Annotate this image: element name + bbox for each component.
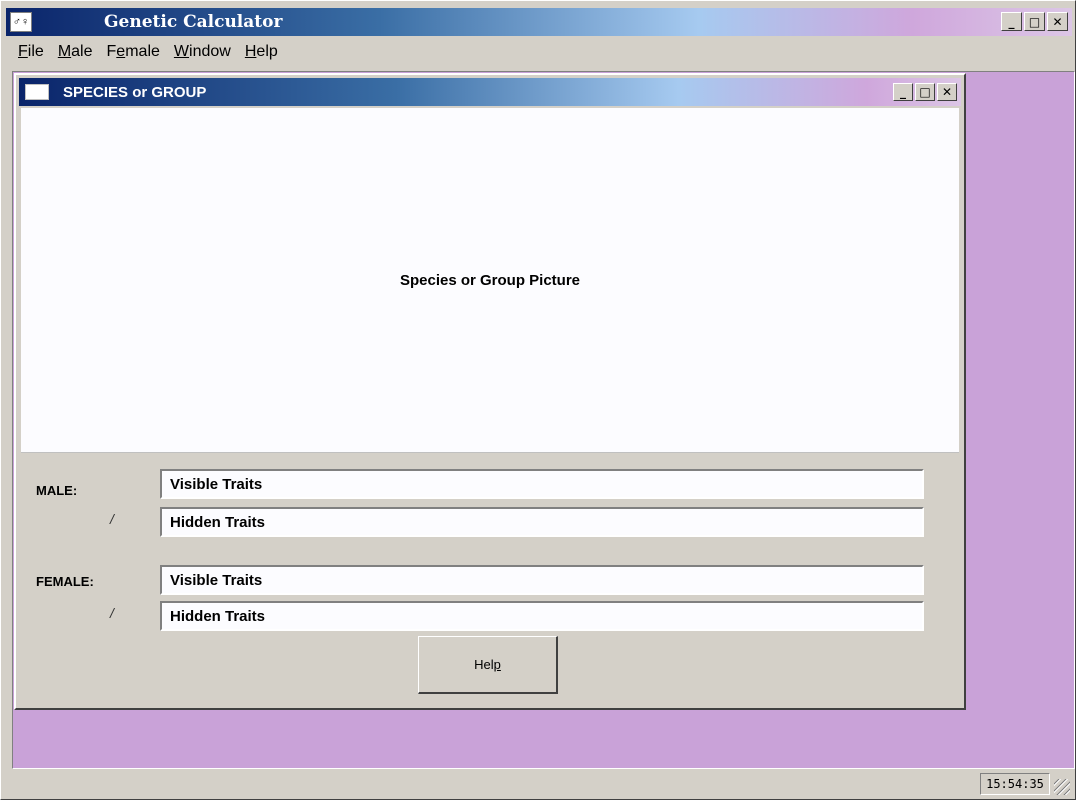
child-titlebar[interactable]: SPECIES or GROUP _ □ ✕ [19, 78, 961, 106]
menu-bar: File Male Female Window Help [6, 39, 278, 65]
child-window-title: SPECIES or GROUP [63, 83, 207, 101]
menu-female[interactable]: Female [107, 43, 160, 61]
app-window-controls: _ □ ✕ [1001, 12, 1068, 31]
female-hidden-traits-field[interactable]: Hidden Traits [160, 601, 924, 631]
clock-display: 15:54:35 [980, 773, 1050, 795]
female-slash: / [110, 605, 114, 621]
application-window: ♂♀ Genetic Calculator _ □ ✕ File Male Fe… [0, 0, 1076, 800]
genetics-app-icon[interactable]: ♂♀ [10, 12, 32, 32]
child-minimize-button[interactable]: _ [893, 83, 913, 101]
status-bar: 15:54:35 [6, 773, 1072, 797]
help-button[interactable]: Hel p [418, 636, 558, 694]
male-label: MALE: [36, 483, 78, 498]
male-hidden-traits-field[interactable]: Hidden Traits [160, 507, 924, 537]
minimize-button[interactable]: _ [1001, 12, 1022, 31]
species-picture-area: Species or Group Picture [21, 108, 959, 453]
maximize-button[interactable]: □ [1024, 12, 1045, 31]
menu-file[interactable]: File [18, 43, 44, 61]
female-label: FEMALE: [36, 574, 94, 589]
menu-male[interactable]: Male [58, 43, 93, 61]
male-visible-traits-field[interactable]: Visible Traits [160, 469, 924, 499]
window-icon[interactable] [25, 84, 49, 100]
species-group-window: SPECIES or GROUP _ □ ✕ Species or Group … [14, 73, 966, 710]
close-button[interactable]: ✕ [1047, 12, 1068, 31]
child-window-controls: _ □ ✕ [893, 83, 957, 101]
menu-help[interactable]: Help [245, 43, 278, 61]
species-picture-label: Species or Group Picture [399, 271, 581, 289]
male-slash: / [110, 511, 114, 527]
menu-window[interactable]: Window [174, 43, 231, 61]
child-close-button[interactable]: ✕ [937, 83, 957, 101]
female-visible-traits-field[interactable]: Visible Traits [160, 565, 924, 595]
child-maximize-button[interactable]: □ [915, 83, 935, 101]
resize-grip[interactable] [1054, 779, 1070, 795]
app-title: Genetic Calculator [104, 12, 283, 32]
app-titlebar[interactable]: ♂♀ Genetic Calculator _ □ ✕ [6, 8, 1072, 36]
